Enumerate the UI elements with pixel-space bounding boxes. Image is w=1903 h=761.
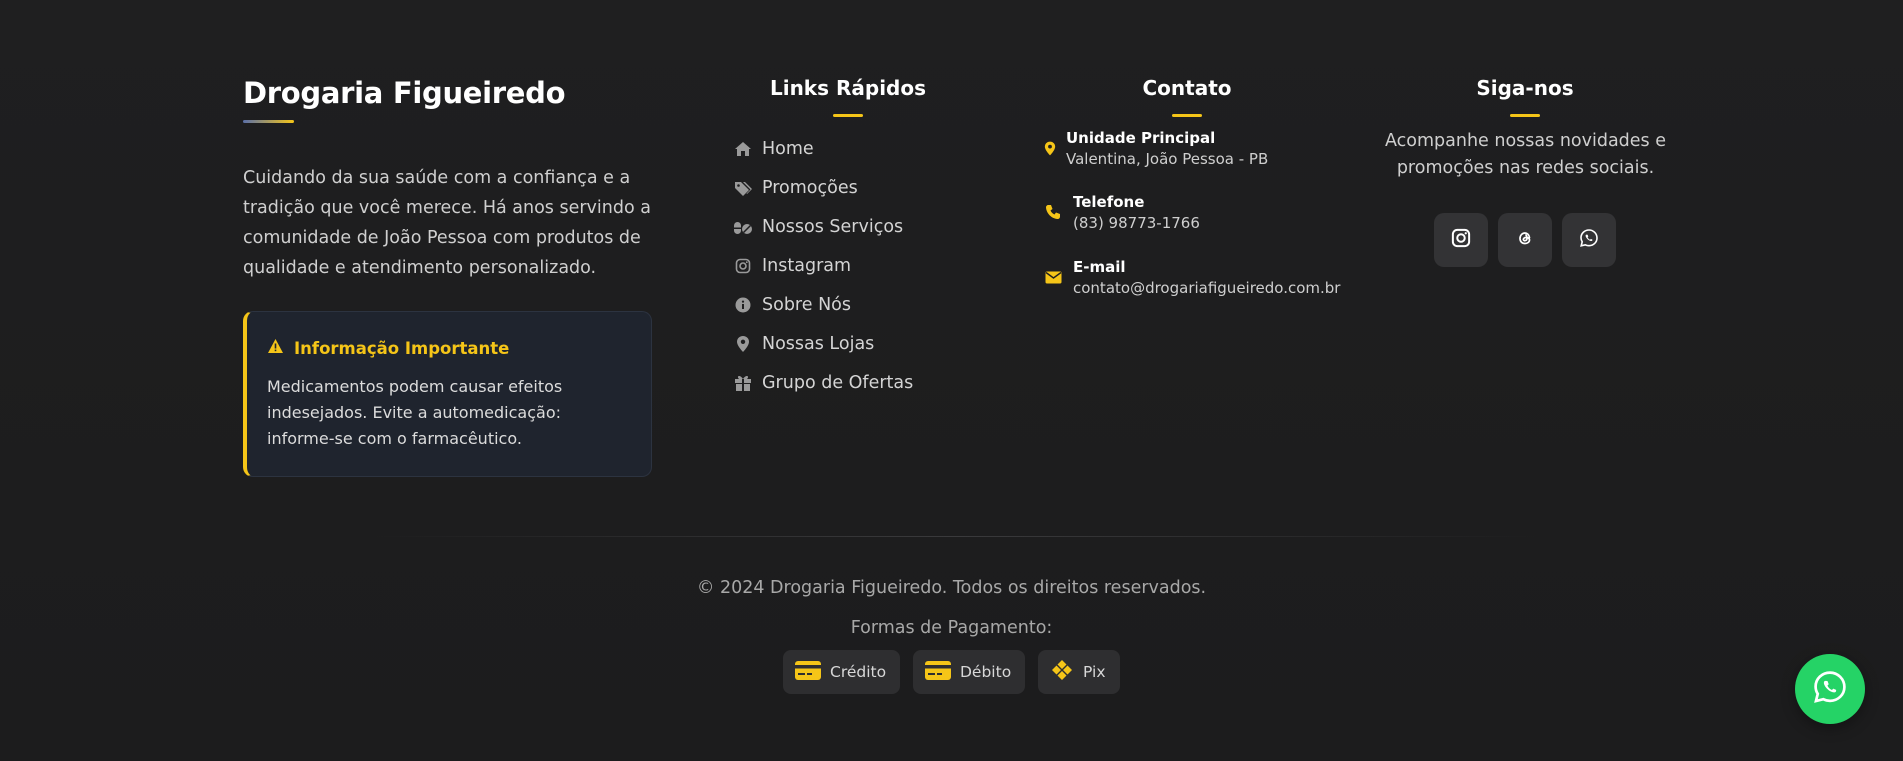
contact-title: Contato — [1142, 76, 1232, 100]
link-label: Nossos Serviços — [762, 216, 904, 237]
payment-methods-title: Formas de Pagamento: — [850, 618, 1053, 638]
payment-label: Pix — [1083, 663, 1106, 681]
instagram-icon — [1451, 228, 1471, 252]
important-notice: Informação Importante Medicamentos podem… — [243, 311, 652, 477]
social-whatsapp-button[interactable] — [1562, 213, 1616, 267]
link-label: Sobre Nós — [762, 294, 851, 315]
pills-icon — [733, 217, 753, 237]
quick-link-servicos[interactable]: Nossos Serviços — [733, 207, 913, 246]
gift-icon — [733, 373, 753, 393]
copyright-text: © 2024 Drogaria Figueiredo. Todos os dir… — [696, 578, 1207, 598]
link-label: Promoções — [762, 177, 858, 198]
footer-brand: Drogaria Figueiredo Cuidando da sua saúd… — [243, 76, 653, 283]
whatsapp-icon — [1812, 669, 1848, 709]
instagram-icon — [733, 256, 753, 276]
contact-label: E-mail — [1073, 258, 1126, 276]
quick-link-promocoes[interactable]: Promoções — [733, 168, 913, 207]
payment-label: Crédito — [830, 663, 887, 681]
quick-link-home[interactable]: Home — [733, 129, 913, 168]
link-label: Grupo de Ofertas — [762, 372, 914, 393]
contact-phone[interactable]: Telefone (83) 98773-1766 — [1043, 193, 1200, 232]
brand-underline — [243, 120, 294, 123]
contact-email[interactable]: E-mail contato@drogariafigueiredo.com.br — [1043, 258, 1340, 297]
quick-links-title: Links Rápidos — [769, 76, 927, 100]
phone-icon — [1043, 202, 1063, 222]
payment-badge-credito: Crédito — [783, 650, 901, 694]
whatsapp-float-button[interactable] — [1795, 654, 1865, 724]
contact-label: Telefone — [1073, 193, 1145, 211]
credit-card-icon — [795, 660, 821, 684]
home-icon — [733, 139, 753, 159]
contact-value: contato@drogariafigueiredo.com.br — [1073, 279, 1341, 297]
social-instagram-button[interactable] — [1434, 213, 1488, 267]
envelope-icon — [1043, 267, 1063, 287]
contact-value: Valentina, João Pessoa - PB — [1066, 150, 1269, 168]
whatsapp-icon — [1579, 228, 1599, 252]
brand-title: Drogaria Figueiredo — [243, 76, 566, 110]
contact-label: Unidade Principal — [1066, 129, 1216, 147]
pix-icon — [1050, 658, 1074, 686]
warning-icon — [267, 338, 284, 358]
follow-title: Siga-nos — [1476, 76, 1574, 100]
quick-link-sobre[interactable]: Sobre Nós — [733, 285, 913, 324]
follow-text: Acompanhe nossas novidades e promoções n… — [1385, 131, 1666, 178]
social-threads-button[interactable] — [1498, 213, 1552, 267]
link-label: Nossas Lojas — [762, 333, 875, 354]
contact-value: (83) 98773-1766 — [1073, 214, 1200, 232]
follow-underline — [1510, 114, 1540, 117]
payment-label: Débito — [960, 663, 1012, 681]
map-pin-icon — [733, 334, 753, 354]
notice-title: Informação Importante — [294, 338, 510, 358]
quick-link-instagram[interactable]: Instagram — [733, 246, 913, 285]
info-icon — [733, 295, 753, 315]
quick-links-underline — [833, 114, 863, 117]
quick-link-ofertas[interactable]: Grupo de Ofertas — [733, 363, 913, 402]
footer-divider — [370, 536, 1540, 537]
map-pin-icon — [1043, 138, 1057, 158]
contact-address: Unidade Principal Valentina, João Pessoa… — [1043, 129, 1268, 168]
tags-icon — [733, 178, 753, 198]
notice-text: Medicamentos podem causar efeitos indese… — [267, 377, 563, 448]
contact-underline — [1172, 114, 1202, 117]
threads-icon — [1515, 228, 1535, 252]
link-label: Instagram — [762, 255, 852, 276]
brand-description: Cuidando da sua saúde com a confiança e … — [243, 168, 651, 278]
link-label: Home — [762, 138, 814, 159]
payment-badge-debito: Débito — [913, 650, 1026, 694]
debit-card-icon — [925, 660, 951, 684]
payment-badge-pix: Pix — [1038, 650, 1120, 694]
quick-link-lojas[interactable]: Nossas Lojas — [733, 324, 913, 363]
quick-links-list: Home Promoções Nossos Serviços Instagram… — [733, 129, 913, 402]
